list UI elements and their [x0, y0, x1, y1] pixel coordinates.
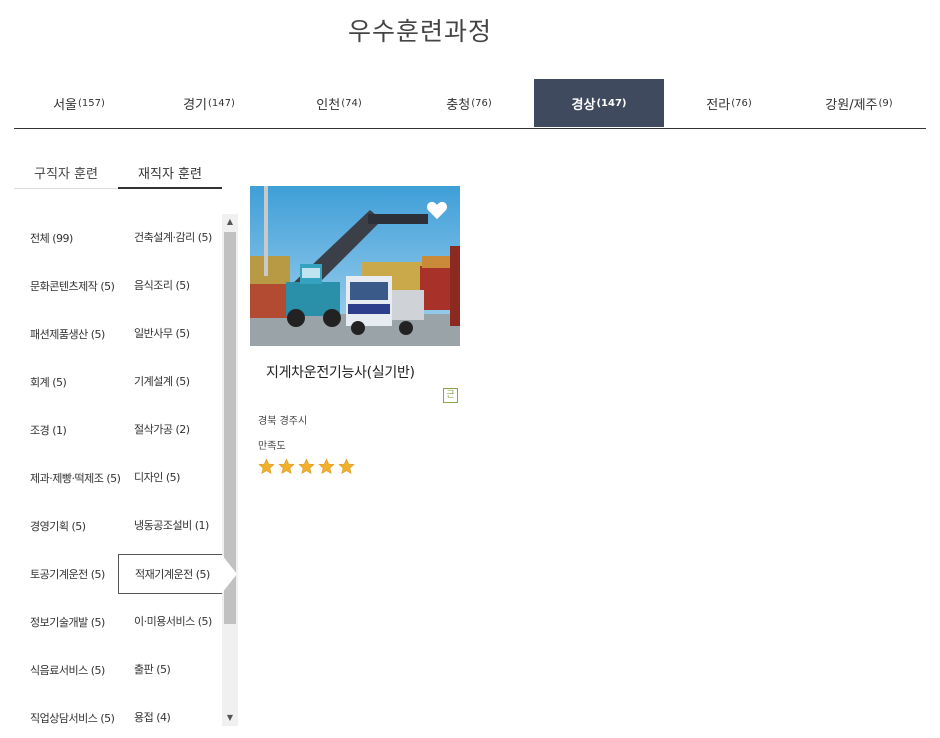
category-item[interactable]: 일반사무 (5): [118, 314, 222, 354]
scroll-down-arrow-icon[interactable]: ▼: [222, 710, 238, 726]
category-row: 제과·제빵·떡제조 (5) 디자인 (5): [14, 454, 222, 502]
region-tab-count: (9): [878, 97, 893, 109]
category-scrollbar[interactable]: ▲ ▼: [222, 214, 238, 726]
course-card[interactable]: 지게차운전기능사(실기반) 근 경북 경주시 만족도: [250, 186, 460, 475]
region-tab-6[interactable]: 강원/제주 (9): [794, 79, 924, 127]
region-tab-count: (147): [596, 97, 627, 109]
category-row: 조경 (1) 절삭가공 (2): [14, 406, 222, 454]
region-tab-label: 경상: [571, 97, 596, 113]
star-icon: [318, 458, 335, 475]
category-row: 직업상담서비스 (5) 용접 (4): [14, 694, 222, 726]
satisfaction-label: 만족도: [258, 441, 286, 452]
training-type-tab-0[interactable]: 구직자 훈련: [14, 163, 118, 189]
page-title: 우수훈련과정: [347, 17, 492, 46]
training-type-tab-1[interactable]: 재직자 훈련: [118, 163, 222, 189]
region-tab-count: (147): [208, 97, 235, 109]
category-grid: 전체 (99) 건축설계·감리 (5) 문화콘텐츠제작 (5) 음식조리 (5) 패션제…: [14, 214, 238, 726]
category-row: 토공기계운전 (5) 적재기계운전 (5): [14, 550, 238, 598]
scroll-up-arrow-icon[interactable]: ▲: [222, 214, 238, 230]
category-item[interactable]: 직업상담서비스 (5): [14, 710, 118, 726]
course-type-badge: 근: [443, 388, 458, 403]
category-item[interactable]: 출판 (5): [118, 650, 222, 690]
category-item[interactable]: 이·미용서비스 (5): [118, 602, 222, 642]
course-image[interactable]: [250, 186, 460, 346]
category-row: 식음료서비스 (5) 출판 (5): [14, 646, 222, 694]
category-item[interactable]: 건축설계·감리 (5): [118, 218, 222, 258]
region-tab-1[interactable]: 경기 (147): [144, 79, 274, 127]
category-item[interactable]: 식음료서비스 (5): [14, 662, 118, 678]
star-icon: [338, 458, 355, 475]
star-icon: [298, 458, 315, 475]
category-row: 회계 (5) 기계설계 (5): [14, 358, 222, 406]
category-item[interactable]: 정보기술개발 (5): [14, 614, 118, 630]
star-icon: [278, 458, 295, 475]
region-tab-count: (76): [471, 97, 492, 109]
category-item[interactable]: 토공기계운전 (5): [14, 566, 118, 582]
region-tab-label: 강원/제주: [825, 97, 878, 113]
rating-stars: [250, 458, 460, 475]
region-tab-4[interactable]: 경상 (147): [534, 79, 664, 127]
region-tab-label: 인천: [316, 97, 341, 113]
region-tab-3[interactable]: 충청 (76): [404, 79, 534, 127]
region-tabs: 서울 (157) 경기 (147) 인천 (74) 충청 (76) 경상 (147) 전라 (76) 강…: [14, 79, 926, 129]
category-item[interactable]: 전체 (99): [14, 230, 118, 246]
region-tab-count: (76): [731, 97, 752, 109]
region-tab-count: (74): [341, 97, 362, 109]
category-item[interactable]: 절삭가공 (2): [118, 410, 222, 450]
category-item[interactable]: 음식조리 (5): [118, 266, 222, 306]
category-item[interactable]: 디자인 (5): [118, 458, 222, 498]
region-tab-0[interactable]: 서울 (157): [14, 79, 144, 127]
star-icon: [258, 458, 275, 475]
region-tab-label: 서울: [53, 97, 78, 113]
category-item[interactable]: 기계설계 (5): [118, 362, 222, 402]
category-row: 전체 (99) 건축설계·감리 (5): [14, 214, 222, 262]
region-tab-label: 전라: [706, 97, 731, 113]
category-panel: 전체 (99) 건축설계·감리 (5) 문화콘텐츠제작 (5) 음식조리 (5) 패션제…: [14, 214, 238, 726]
category-row: 문화콘텐츠제작 (5) 음식조리 (5): [14, 262, 222, 310]
category-item[interactable]: 조경 (1): [14, 422, 118, 438]
category-item[interactable]: 회계 (5): [14, 374, 118, 390]
region-tab-5[interactable]: 전라 (76): [664, 79, 794, 127]
badge-row: 근: [250, 386, 460, 406]
category-item[interactable]: 제과·제빵·떡제조 (5): [14, 470, 121, 486]
category-row: 패션제품생산 (5) 일반사무 (5): [14, 310, 222, 358]
course-location: 경북 경주시: [258, 416, 308, 427]
training-type-tabs: 구직자 훈련 재직자 훈련: [14, 163, 222, 189]
category-row: 경영기획 (5) 냉동공조설비 (1): [14, 502, 222, 550]
category-item[interactable]: 적재기계운전 (5): [118, 554, 238, 594]
category-row: 정보기술개발 (5) 이·미용서비스 (5): [14, 598, 222, 646]
region-tab-2[interactable]: 인천 (74): [274, 79, 404, 127]
course-title[interactable]: 지게차운전기능사(실기반): [250, 362, 460, 382]
category-item[interactable]: 냉동공조설비 (1): [118, 506, 222, 546]
region-tab-label: 충청: [446, 97, 471, 113]
category-item[interactable]: 경영기획 (5): [14, 518, 118, 534]
region-tab-label: 경기: [183, 97, 208, 113]
category-item[interactable]: 문화콘텐츠제작 (5): [14, 278, 118, 294]
category-item[interactable]: 패션제품생산 (5): [14, 326, 118, 342]
favorite-heart-icon[interactable]: [426, 200, 448, 220]
region-tab-count: (157): [78, 97, 105, 109]
category-item[interactable]: 용접 (4): [118, 698, 222, 726]
